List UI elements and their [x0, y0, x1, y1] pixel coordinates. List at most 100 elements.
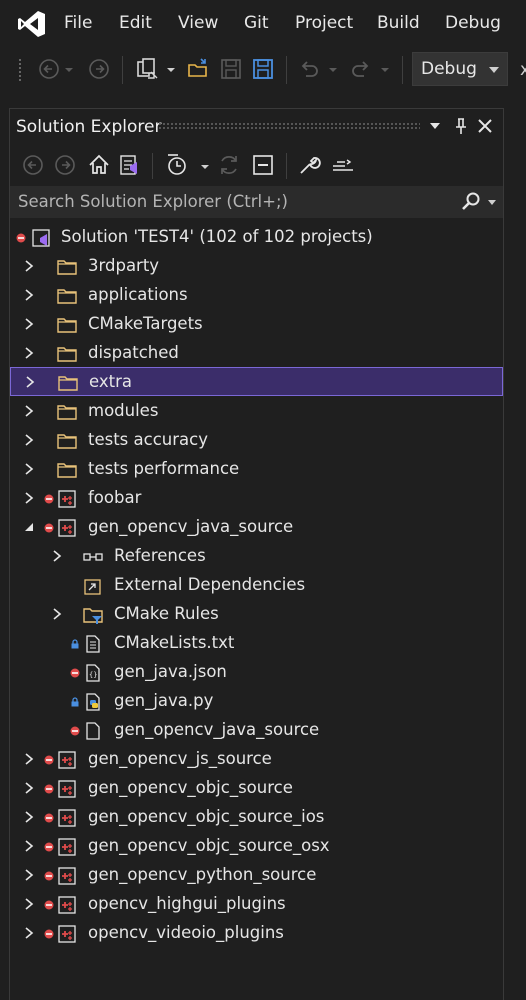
expander-arrow-icon[interactable]: [22, 259, 36, 273]
tree-row-folder[interactable]: tests performance: [10, 455, 503, 484]
navigate-back-icon[interactable]: [36, 56, 62, 82]
expander-arrow-icon[interactable]: [22, 839, 36, 853]
new-project-icon[interactable]: [134, 56, 160, 82]
save-all-icon[interactable]: [250, 56, 276, 82]
pending-changes-filter-icon[interactable]: [164, 152, 190, 178]
expander-arrow-icon[interactable]: [22, 926, 36, 940]
tree-row-folder[interactable]: 3rdparty: [10, 252, 503, 281]
tree-row-project[interactable]: gen_opencv_objc_source_ios: [10, 803, 503, 832]
expander-arrow-icon[interactable]: [22, 404, 36, 418]
cpp-project-icon: [58, 490, 76, 508]
expander-arrow-icon[interactable]: [22, 491, 36, 505]
save-icon[interactable]: [218, 56, 244, 82]
toolbar-grip[interactable]: [18, 58, 22, 82]
expander-arrow-icon[interactable]: [22, 462, 36, 476]
menu-git[interactable]: Git: [244, 13, 269, 33]
tree-row-child[interactable]: External Dependencies: [10, 571, 503, 600]
tree-row-folder[interactable]: dispatched: [10, 339, 503, 368]
sync-icon[interactable]: [216, 152, 242, 178]
tree-row-solution[interactable]: Solution 'TEST4' (102 of 102 projects): [10, 223, 503, 252]
menu-file[interactable]: File: [64, 13, 92, 33]
undo-dropdown-icon[interactable]: [328, 66, 338, 74]
tree-item-label: modules: [88, 401, 159, 420]
search-options-chevron-icon[interactable]: [488, 200, 496, 205]
back-icon[interactable]: [20, 152, 46, 178]
tree-row-project[interactable]: gen_opencv_objc_source_osx: [10, 832, 503, 861]
tree-row-child[interactable]: {} gen_java.json: [10, 658, 503, 687]
lock-icon: [71, 697, 79, 707]
expander-arrow-icon[interactable]: [50, 607, 64, 621]
new-dropdown-icon[interactable]: [166, 66, 176, 74]
red-circle-minus-icon: [44, 813, 54, 823]
tree-row-project[interactable]: gen_opencv_js_source: [10, 745, 503, 774]
navigate-forward-icon[interactable]: [86, 56, 112, 82]
expander-arrow-icon[interactable]: [22, 433, 36, 447]
expander-arrow-icon[interactable]: [22, 752, 36, 766]
undo-icon[interactable]: [296, 56, 322, 82]
tree-row-project-expanded[interactable]: gen_opencv_java_source: [10, 513, 503, 542]
tree-row-project[interactable]: opencv_videoio_plugins: [10, 919, 503, 948]
collapse-all-icon[interactable]: [250, 152, 276, 178]
pin-icon[interactable]: [450, 115, 472, 137]
tree-item-label: gen_opencv_java_source: [88, 517, 294, 536]
tree-item-label: tests accuracy: [88, 430, 208, 449]
preview-selected-items-icon[interactable]: [330, 152, 356, 178]
tree-row-folder[interactable]: tests accuracy: [10, 426, 503, 455]
toolbar-overflow-button[interactable]: x: [520, 60, 526, 80]
tree-row-child[interactable]: CMake Rules: [10, 600, 503, 629]
expander-arrow-icon[interactable]: [22, 897, 36, 911]
open-folder-icon[interactable]: [186, 56, 212, 82]
properties-wrench-icon[interactable]: [296, 152, 322, 178]
search-icon[interactable]: [460, 191, 482, 213]
redo-icon[interactable]: [348, 56, 374, 82]
expander-arrow-icon[interactable]: [22, 288, 36, 302]
menu-build[interactable]: Build: [377, 13, 420, 33]
expander-arrow-icon[interactable]: [22, 781, 36, 795]
redo-dropdown-icon[interactable]: [380, 66, 390, 74]
expander-arrow-icon[interactable]: [23, 375, 37, 389]
cpp-project-icon: [58, 925, 76, 943]
expander-arrow-icon[interactable]: [50, 549, 64, 563]
cpp-project-icon: [58, 780, 76, 798]
tree-row-child[interactable]: References: [10, 542, 503, 571]
tree-row-folder[interactable]: modules: [10, 397, 503, 426]
panel-title-bar[interactable]: Solution Explorer: [10, 109, 503, 145]
tree-row-folder[interactable]: extra: [10, 367, 503, 396]
solution-label: Solution 'TEST4' (102 of 102 projects): [61, 227, 373, 246]
collapse-arrow-icon[interactable]: [22, 520, 36, 534]
filter-dropdown-icon[interactable]: [200, 163, 210, 171]
expander-arrow-icon[interactable]: [22, 810, 36, 824]
tree-item-label: tests performance: [88, 459, 240, 478]
tree-row-child[interactable]: CMakeLists.txt: [10, 629, 503, 658]
tree-row-folder[interactable]: CMakeTargets: [10, 310, 503, 339]
menu-debug[interactable]: Debug: [445, 13, 501, 33]
expander-arrow-icon[interactable]: [22, 317, 36, 331]
window-position-dropdown-icon[interactable]: [424, 115, 446, 137]
tree-row-folder[interactable]: applications: [10, 281, 503, 310]
menu-edit[interactable]: Edit: [119, 13, 152, 33]
visual-studio-logo-icon[interactable]: [16, 8, 48, 40]
tree-row-child[interactable]: gen_opencv_java_source: [10, 716, 503, 745]
tree-row-project[interactable]: gen_opencv_python_source: [10, 861, 503, 890]
folder-icon: [57, 434, 77, 449]
tree-row-project[interactable]: foobar: [10, 484, 503, 513]
lock-icon: [71, 639, 79, 649]
search-solution-explorer-input[interactable]: Search Solution Explorer (Ctrl+;): [10, 186, 503, 218]
tree-row-child[interactable]: gen_java.py: [10, 687, 503, 716]
expander-arrow-icon[interactable]: [22, 346, 36, 360]
tree-row-project[interactable]: gen_opencv_objc_source: [10, 774, 503, 803]
red-circle-minus-icon: [44, 523, 54, 533]
back-dropdown-icon[interactable]: [64, 66, 74, 74]
home-icon[interactable]: [86, 152, 112, 178]
menu-view[interactable]: View: [178, 13, 218, 33]
expander-arrow-icon[interactable]: [22, 868, 36, 882]
menu-project[interactable]: Project: [295, 13, 353, 33]
title-drag-grip[interactable]: [158, 122, 420, 130]
red-circle-minus-icon: [44, 494, 54, 504]
tree-row-project[interactable]: opencv_highgui_plugins: [10, 890, 503, 919]
toolbar-separator: [122, 56, 123, 84]
switch-views-icon[interactable]: [116, 152, 142, 178]
close-icon[interactable]: [474, 115, 496, 137]
forward-icon[interactable]: [52, 152, 78, 178]
solution-configuration-select[interactable]: Debug: [412, 52, 508, 86]
